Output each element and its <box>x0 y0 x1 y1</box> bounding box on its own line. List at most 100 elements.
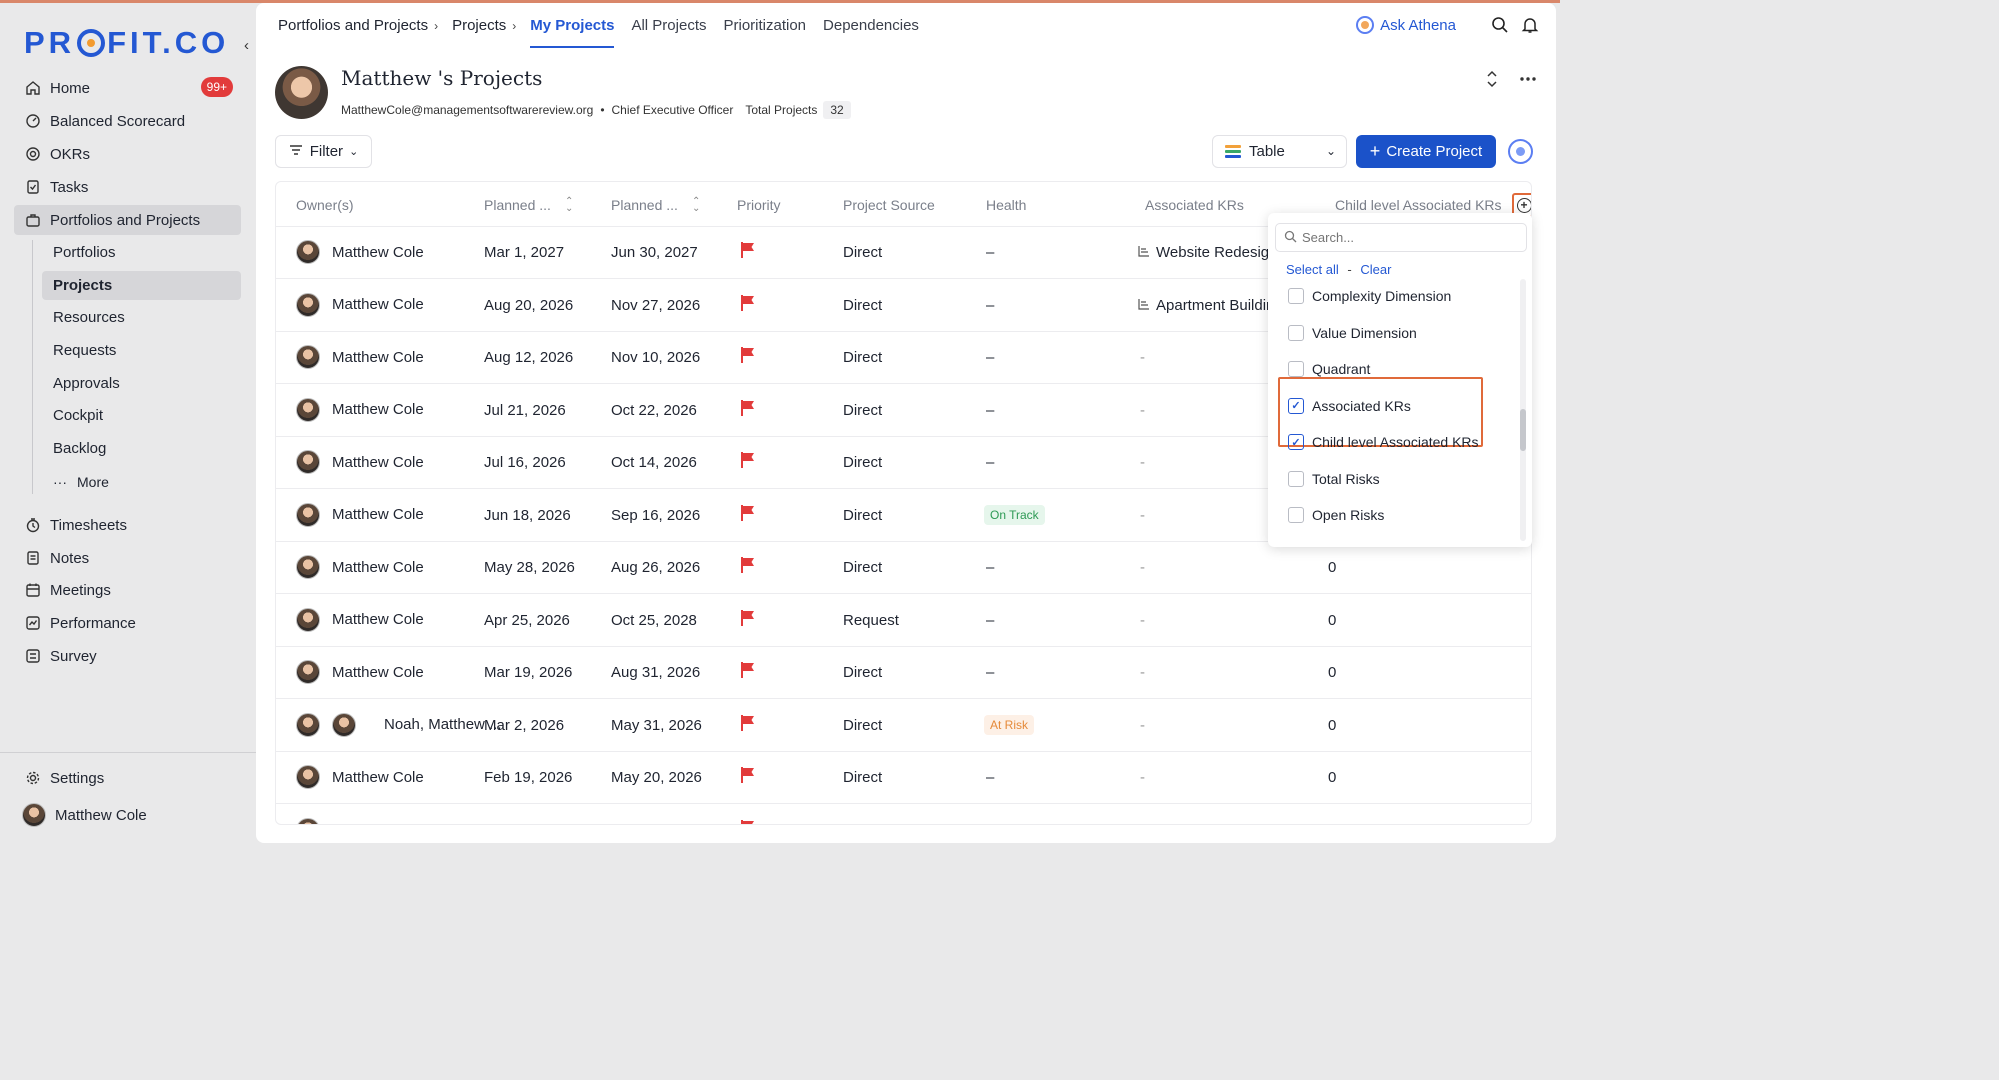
column-header-priority[interactable]: Priority <box>737 197 781 213</box>
sidebar-subitem-requests[interactable]: Requests <box>42 336 241 365</box>
priority-flag-icon[interactable] <box>740 609 756 627</box>
column-header-associated-krs[interactable]: Associated KRs <box>1145 197 1244 213</box>
column-header-planned-end[interactable]: Planned ... ⌃ ⌄ <box>611 197 700 214</box>
owner-cell[interactable]: Matthew Cole <box>296 502 424 527</box>
tab-my-projects[interactable]: My Projects <box>530 17 615 48</box>
owner-cell[interactable]: Matthew Cole <box>296 345 424 369</box>
priority-flag-icon[interactable] <box>740 661 756 679</box>
column-option[interactable]: ✓ Child level Associated KRs <box>1288 430 1479 454</box>
column-header-owners[interactable]: Owner(s) <box>296 197 354 213</box>
checkbox-checked[interactable]: ✓ <box>1288 434 1304 450</box>
sidebar-item-timesheets[interactable]: Timesheets <box>14 510 241 540</box>
priority-flag-icon[interactable] <box>740 451 756 469</box>
priority-flag-icon[interactable] <box>740 504 756 522</box>
checkbox[interactable] <box>1288 288 1304 304</box>
sort-icon[interactable]: ⌃ ⌄ <box>565 197 573 214</box>
view-mode-select[interactable]: Table ⌄ <box>1212 135 1347 168</box>
table-row[interactable]: Matthew Cole Feb 19, 2026 May 20, 2026 D… <box>276 752 1531 804</box>
sidebar-item-tasks[interactable]: Tasks <box>14 172 241 202</box>
column-option[interactable]: Complexity Dimension <box>1288 284 1451 308</box>
ask-athena-button[interactable]: Ask Athena <box>1356 16 1456 34</box>
table-row[interactable]: Matthew Cole May 28, 2026 Aug 26, 2026 D… <box>276 542 1531 594</box>
sidebar-item-balanced-scorecard[interactable]: Balanced Scorecard <box>14 106 241 136</box>
sidebar-item-settings[interactable]: Settings <box>14 763 241 793</box>
sidebar-item-performance[interactable]: Performance <box>14 608 241 638</box>
owner-cell[interactable]: Matthew Cole <box>296 450 424 474</box>
more-options-icon[interactable] <box>1518 69 1538 89</box>
priority-flag-icon[interactable] <box>740 241 756 259</box>
checkbox-checked[interactable]: ✓ <box>1288 397 1304 414</box>
expand-collapse-icon[interactable] <box>1482 69 1502 89</box>
sidebar-subitem-backlog[interactable]: Backlog <box>42 434 241 463</box>
table-row[interactable]: Noah, Matthew ... Mar 2, 2026 May 31, 20… <box>276 700 1531 752</box>
bell-icon[interactable] <box>1520 15 1540 35</box>
sort-icon[interactable]: ⌃ ⌄ <box>692 197 700 214</box>
priority-flag-icon[interactable] <box>740 556 756 574</box>
checkbox[interactable] <box>1288 470 1304 487</box>
owner-cell[interactable]: Matthew Cole <box>296 292 424 317</box>
priority-flag-icon[interactable] <box>740 346 756 364</box>
column-header-child-level-associated-krs[interactable]: Child level Associated KRs <box>1335 197 1502 213</box>
checkbox[interactable] <box>1288 507 1304 523</box>
sidebar-item-survey[interactable]: Survey <box>14 641 241 671</box>
column-header-planned-start[interactable]: Planned ... ⌃ ⌄ <box>484 197 573 214</box>
column-search-input[interactable] <box>1302 230 1502 245</box>
page-scrollbar[interactable] <box>1560 0 1568 847</box>
ai-assistant-icon[interactable] <box>1508 139 1533 164</box>
tab-all-projects[interactable]: All Projects <box>631 17 706 34</box>
owner-cell[interactable]: Matthew Cole <box>296 397 424 422</box>
owner-cell[interactable]: Matthew Cole <box>296 607 424 632</box>
owner-cell[interactable]: Matthew Cole <box>296 555 424 579</box>
checkbox[interactable] <box>1288 361 1304 377</box>
filter-button[interactable]: Filter ⌄ <box>275 135 372 168</box>
priority-flag-icon[interactable] <box>740 819 756 824</box>
associated-kr-link[interactable]: Apartment Buildin <box>1138 297 1274 314</box>
tab-dependencies[interactable]: Dependencies <box>823 17 919 34</box>
avatar <box>296 292 320 317</box>
profitco-logo[interactable]: PR FIT.CO <box>24 25 229 61</box>
column-search[interactable] <box>1275 223 1527 252</box>
column-option[interactable]: Value Dimension <box>1288 321 1417 345</box>
table-row[interactable]: Matthew Cole Apr 25, 2026 Oct 25, 2028 R… <box>276 595 1531 647</box>
owner-cell[interactable]: Matthew Cole <box>296 765 424 789</box>
current-user[interactable]: Matthew Cole <box>22 803 147 827</box>
sidebar-subitem-projects[interactable]: Projects <box>42 271 241 300</box>
sidebar-item-notes[interactable]: Notes <box>14 543 241 573</box>
sidebar-subitem-resources[interactable]: Resources <box>42 303 241 332</box>
priority-flag-icon[interactable] <box>740 766 756 784</box>
owner-cell[interactable]: Noah, Matthew ... <box>296 712 502 737</box>
priority-flag-icon[interactable] <box>740 399 756 417</box>
table-row[interactable] <box>276 805 1531 824</box>
tab-prioritization[interactable]: Prioritization <box>724 17 807 34</box>
sidebar-item-home[interactable]: Home 99+ <box>14 73 241 103</box>
column-header-health[interactable]: Health <box>986 197 1026 213</box>
dropdown-scrollbar[interactable] <box>1520 279 1526 541</box>
create-project-button[interactable]: + Create Project <box>1356 135 1496 168</box>
column-option[interactable]: ✓ Associated KRs <box>1288 394 1411 418</box>
scrollbar-thumb[interactable] <box>1520 409 1526 451</box>
sidebar-subitem-portfolios[interactable]: Portfolios <box>42 238 241 267</box>
associated-kr-link[interactable]: Website Redesign <box>1138 244 1277 261</box>
sidebar-subitem-cockpit[interactable]: Cockpit <box>42 401 241 430</box>
owner-name: Matthew Cole <box>332 453 424 471</box>
breadcrumb-portfolios-and-projects[interactable]: Portfolios and Projects <box>278 17 428 34</box>
owner-cell[interactable]: Matthew Cole <box>296 660 424 684</box>
priority-flag-icon[interactable] <box>740 714 756 732</box>
owner-cell[interactable]: Matthew Cole <box>296 240 424 264</box>
table-row[interactable]: Matthew Cole Mar 19, 2026 Aug 31, 2026 D… <box>276 647 1531 699</box>
sidebar-item-portfolios-and-projects[interactable]: Portfolios and Projects <box>14 205 241 235</box>
column-option[interactable]: Open Risks <box>1288 503 1384 527</box>
sidebar-item-okrs[interactable]: OKRs <box>14 139 241 169</box>
breadcrumb-projects[interactable]: Projects <box>452 17 506 34</box>
column-option[interactable]: Quadrant <box>1288 357 1370 381</box>
column-header-project-source[interactable]: Project Source <box>843 197 935 213</box>
sidebar-subitem-approvals[interactable]: Approvals <box>42 369 241 398</box>
sidebar-item-meetings[interactable]: Meetings <box>14 575 241 605</box>
priority-flag-icon[interactable] <box>740 294 756 312</box>
owner-cell[interactable] <box>296 817 332 824</box>
sidebar-collapse-button[interactable]: ‹ <box>244 37 249 54</box>
checkbox[interactable] <box>1288 324 1304 341</box>
search-icon[interactable] <box>1490 15 1510 35</box>
sidebar-subitem-more[interactable]: ··· More <box>42 467 241 496</box>
column-option[interactable]: Total Risks <box>1288 467 1380 491</box>
